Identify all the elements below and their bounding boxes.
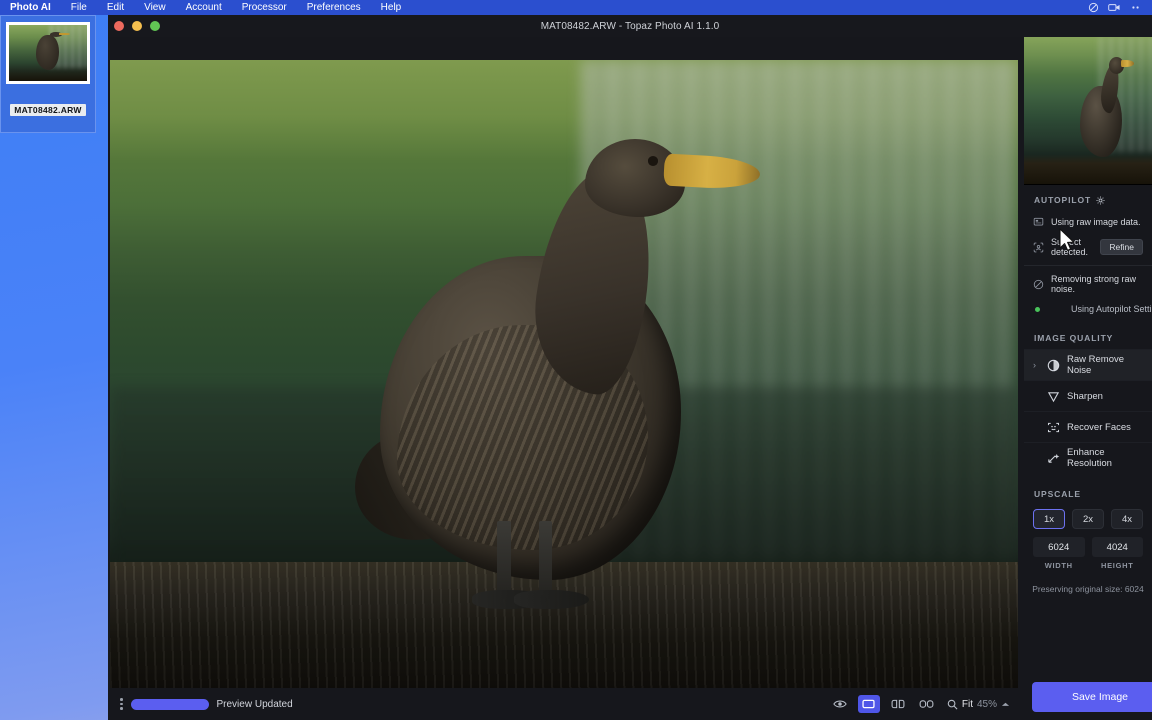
upscale-options: 1x 2x 4x — [1024, 505, 1152, 529]
autopilot-heading: AUTOPILOT — [1024, 185, 1152, 211]
filter-label-recover-faces: Recover Faces — [1067, 421, 1131, 433]
navigator-bird-subject — [1076, 55, 1136, 167]
filter-row-recover-faces[interactable]: Recover Faces — [1024, 411, 1152, 442]
thumbnail-image — [9, 25, 87, 81]
autopilot-settings-label: Using Autopilot Settings — [1071, 304, 1152, 314]
zoom-control[interactable]: Fit 45% — [947, 699, 1010, 710]
height-field[interactable]: 4024 HEIGHT — [1091, 537, 1143, 570]
screen-record-icon[interactable] — [1108, 2, 1121, 13]
save-image-button[interactable]: Save Image — [1032, 682, 1152, 712]
autopilot-heading-label: AUTOPILOT — [1034, 195, 1092, 205]
macos-menubar: Photo AI File Edit View Account Processo… — [0, 0, 1152, 15]
autopilot-raw-data-text: Using raw image data. — [1051, 216, 1141, 227]
navigator-preview[interactable] — [1024, 37, 1152, 185]
width-label: WIDTH — [1044, 561, 1073, 570]
filter-row-enhance-resolution[interactable]: Enhance Resolution — [1024, 442, 1152, 473]
image-quality-heading: IMAGE QUALITY — [1024, 319, 1152, 349]
view-controls: Fit 45% — [829, 695, 1010, 713]
upscale-option-4x[interactable]: 4x — [1111, 509, 1143, 529]
do-not-disturb-icon[interactable] — [1087, 2, 1100, 13]
side-by-side-icon[interactable] — [916, 695, 938, 713]
raw-file-icon — [1033, 217, 1044, 226]
autopilot-row-raw-data: Using raw image data. — [1024, 211, 1152, 232]
menubar-status-area — [1087, 2, 1146, 13]
caret-up-icon[interactable] — [1001, 701, 1010, 708]
preserve-size-note: Preserving original size: 6024 — [1032, 584, 1144, 594]
split-view-icon[interactable] — [887, 695, 909, 713]
filmstrip-filename: MAT08482.ARW — [10, 104, 86, 116]
filter-row-raw-remove-noise[interactable]: › Raw Remove Noise — [1024, 349, 1152, 380]
autopilot-settings-row[interactable]: Using Autopilot Settings — [1024, 299, 1152, 319]
filmstrip-thumbnail[interactable] — [6, 22, 90, 84]
eye-icon[interactable] — [829, 695, 851, 713]
preview-progress-bar — [130, 698, 209, 710]
gear-icon[interactable] — [1096, 195, 1105, 205]
photo-bird-subject — [348, 129, 773, 619]
mouse-cursor — [1059, 228, 1075, 251]
filmstrip-panel: MAT08482.ARW — [0, 15, 96, 133]
autopilot-noise-text: Removing strong raw noise. — [1051, 274, 1137, 294]
dimension-fields: 6024 WIDTH 4024 HEIGHT — [1024, 529, 1152, 570]
upscale-heading-label: UPSCALE — [1034, 489, 1081, 499]
autopilot-divider — [1024, 265, 1152, 266]
control-center-icon[interactable] — [1129, 2, 1142, 13]
height-input[interactable]: 4024 — [1091, 537, 1143, 557]
chevron-right-icon[interactable]: › — [1033, 360, 1040, 370]
right-panel: AUTOPILOT Using raw image data. detected… — [1024, 37, 1152, 720]
menu-item-help[interactable]: Help — [371, 0, 412, 15]
subject-detect-icon — [1033, 242, 1044, 252]
upscale-heading: UPSCALE — [1024, 473, 1152, 505]
bottom-toolbar: Preview Updated Fit 45% — [110, 688, 1018, 720]
window-titlebar: MAT08482.ARW - Topaz Photo AI 1.1.0 — [108, 15, 1152, 37]
autopilot-row-subject: Subject detected. Refine — [1024, 232, 1152, 262]
status-dot-icon — [1035, 306, 1040, 312]
image-quality-heading-label: IMAGE QUALITY — [1034, 333, 1114, 343]
noise-icon — [1033, 279, 1044, 289]
filter-label-raw-remove-noise: Raw Remove Noise — [1067, 354, 1125, 376]
menu-item-processor[interactable]: Processor — [232, 0, 297, 15]
zoom-mode-label: Fit — [961, 698, 973, 710]
window-title: MAT08482.ARW - Topaz Photo AI 1.1.0 — [540, 20, 720, 32]
single-view-icon[interactable] — [857, 695, 880, 713]
width-input[interactable]: 6024 — [1033, 537, 1085, 557]
zoom-percent-label: 45% — [976, 698, 997, 710]
width-field[interactable]: 6024 WIDTH — [1033, 537, 1085, 570]
height-label: HEIGHT — [1100, 561, 1134, 570]
app-window: MAT08482.ARW - Topaz Photo AI 1.1.0 Prev… — [108, 15, 1152, 720]
preview-photo — [110, 60, 1018, 688]
menu-item-file[interactable]: File — [61, 0, 97, 15]
filter-label-sharpen: Sharpen — [1067, 390, 1103, 402]
recover-faces-icon — [1047, 422, 1060, 432]
image-canvas[interactable] — [110, 60, 1018, 688]
navigator-image — [1024, 37, 1152, 184]
menu-item-account[interactable]: Account — [176, 0, 232, 15]
sharpen-icon — [1047, 391, 1060, 402]
preview-status-label: Preview Updated — [216, 698, 293, 710]
filter-row-sharpen[interactable]: Sharpen — [1024, 380, 1152, 411]
enhance-resolution-icon — [1048, 453, 1060, 463]
autopilot-row-noise: Removing strong raw noise. — [1024, 269, 1152, 299]
upscale-option-1x[interactable]: 1x — [1033, 509, 1065, 529]
magnifier-icon — [947, 699, 958, 709]
menu-item-photo-ai[interactable]: Photo AI — [6, 0, 61, 15]
filter-label-enhance-resolution: Enhance Resolution — [1067, 447, 1112, 469]
menu-item-edit[interactable]: Edit — [97, 0, 134, 15]
remove-noise-icon — [1047, 359, 1060, 371]
refine-button[interactable]: Refine — [1100, 239, 1143, 255]
menu-item-view[interactable]: View — [134, 0, 176, 15]
menu-item-preferences[interactable]: Preferences — [297, 0, 371, 15]
kebab-menu-icon[interactable] — [118, 698, 129, 710]
upscale-option-2x[interactable]: 2x — [1072, 509, 1104, 529]
